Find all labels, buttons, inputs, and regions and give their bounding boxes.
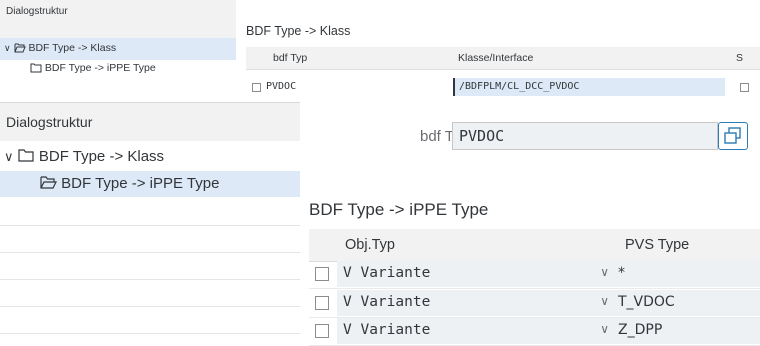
row-select-checkbox[interactable]	[252, 83, 261, 92]
top-nav-item-bdf-klass[interactable]: ∨ BDF Type -> Klass	[0, 38, 236, 60]
top-nav-item-label: BDF Type -> Klass	[28, 42, 117, 54]
divider	[0, 279, 300, 280]
folder-icon	[18, 148, 35, 167]
open-folder-icon	[14, 42, 26, 56]
section-title: BDF Type -> iPPE Type	[309, 200, 489, 219]
pvs-type-field[interactable]: *	[615, 261, 760, 287]
nav-item-bdf-klass[interactable]: ∨ BDF Type -> Klass	[0, 143, 300, 171]
bdf-typ-field[interactable]: PVDOC	[452, 122, 718, 150]
divider	[0, 252, 300, 253]
nav-item-bdf-ippe[interactable]: BDF Type -> iPPE Type	[0, 171, 300, 197]
table-row: V Variante ∨ *	[309, 261, 760, 289]
nav-item-label: BDF Type -> Klass	[38, 148, 165, 165]
obj-typ-dropdown[interactable]: V Variante ∨	[337, 290, 615, 316]
table-row: V Variante ∨ T_VDOC	[309, 290, 760, 318]
obj-typ-dropdown[interactable]: V Variante ∨	[337, 261, 615, 287]
expand-chevron-icon[interactable]: ∨	[4, 149, 14, 164]
folder-icon	[30, 62, 42, 76]
value-help-icon[interactable]	[718, 122, 748, 150]
chevron-down-icon[interactable]: ∨	[600, 294, 609, 308]
top-dialog-structure-title: Dialogstruktur	[0, 0, 236, 38]
top-detail-view: BDF Type -> Klass bdf Typ Klasse/Interfa…	[236, 0, 760, 100]
divider	[0, 225, 300, 226]
top-nav-item-bdf-ippe[interactable]: BDF Type -> iPPE Type	[0, 60, 236, 78]
nav-item-label: BDF Type -> iPPE Type	[61, 175, 220, 192]
s-checkbox[interactable]	[740, 83, 749, 92]
table-row: PVDOC /BDFPLM/CL_DCC_PVDOC	[246, 76, 760, 98]
dialog-structure-title: Dialogstruktur	[0, 103, 300, 141]
pvs-type-field[interactable]: T_VDOC	[615, 290, 760, 316]
col-header-obj-typ[interactable]: Obj.Typ	[345, 237, 395, 253]
divider	[0, 306, 300, 307]
col-header-s[interactable]: S	[736, 52, 743, 64]
col-header-bdf-typ[interactable]: bdf Typ	[273, 52, 307, 64]
table-row: V Variante ∨ Z_DPP	[309, 318, 760, 346]
row-select-checkbox[interactable]	[315, 324, 329, 338]
bdf-typ-cell: PVDOC	[266, 78, 446, 96]
divider	[0, 333, 300, 334]
col-header-pvs-type[interactable]: PVS Type	[625, 237, 689, 253]
chevron-down-icon[interactable]: ∨	[600, 322, 609, 336]
klasse-input[interactable]: /BDFPLM/CL_DCC_PVDOC	[453, 78, 725, 96]
top-table-header: bdf Typ Klasse/Interface S	[246, 47, 760, 70]
detail-view: bdf Typ: PVDOC BDF Type -> iPPE Type Obj…	[300, 102, 760, 346]
table-header: Obj.Typ PVS Type	[309, 229, 760, 262]
top-nav-item-label: BDF Type -> iPPE Type	[44, 62, 156, 74]
pvs-type-field[interactable]: Z_DPP	[615, 318, 760, 344]
row-select-checkbox[interactable]	[315, 296, 329, 310]
chevron-down-icon[interactable]: ∨	[600, 265, 609, 279]
dialog-structure-panel: Dialogstruktur ∨ BDF Type -> Klass BDF T…	[0, 102, 300, 343]
top-view-title: BDF Type -> Klass	[246, 24, 351, 38]
obj-typ-dropdown[interactable]: V Variante ∨	[337, 318, 615, 344]
row-select-checkbox[interactable]	[315, 267, 329, 281]
top-dialog-structure-panel: Dialogstruktur ∨ BDF Type -> Klass BDF T…	[0, 0, 236, 100]
col-header-klasse[interactable]: Klasse/Interface	[458, 52, 533, 64]
expand-chevron-icon[interactable]: ∨	[4, 43, 11, 53]
open-folder-icon	[40, 175, 57, 194]
